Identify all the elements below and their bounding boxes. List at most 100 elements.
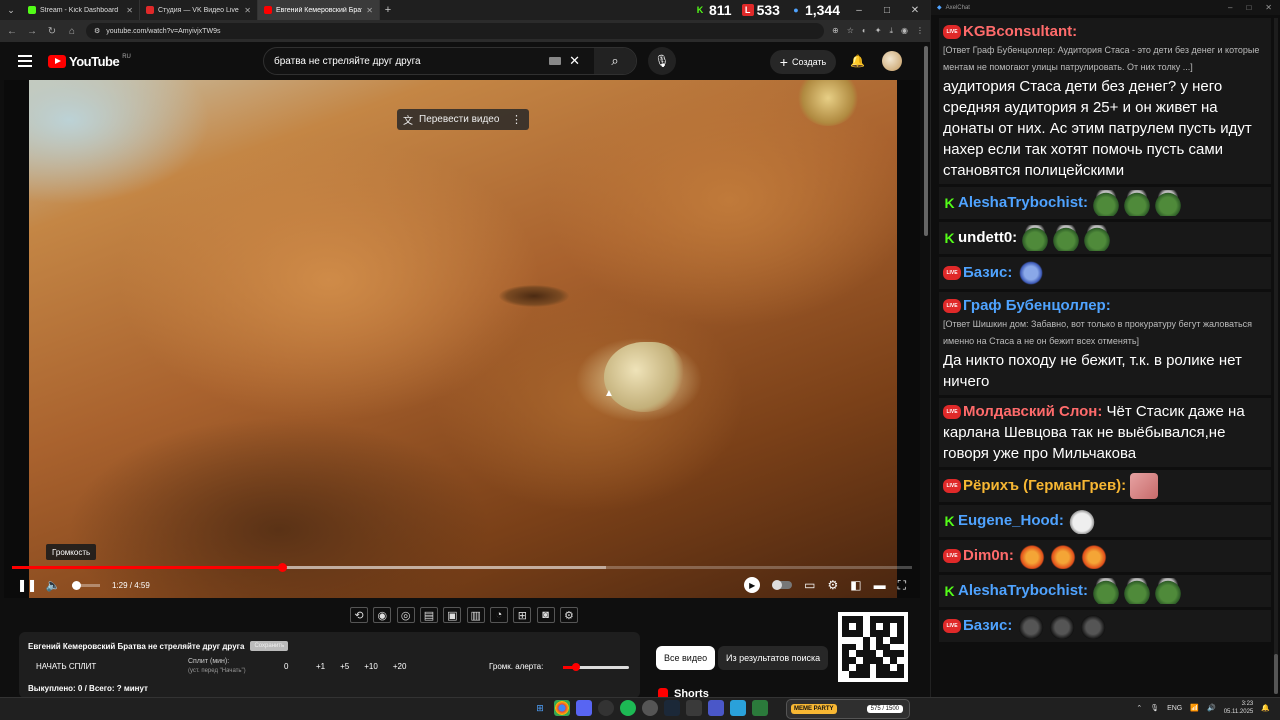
- chat-username[interactable]: Eugene_Hood:: [958, 512, 1064, 529]
- clock[interactable]: 3:23 05.11.2025: [1224, 700, 1254, 716]
- windows-start-icon[interactable]: ⊞: [532, 700, 548, 716]
- url-field[interactable]: ⚙ youtube.com/watch?v=AmyivjxTW9s: [86, 23, 825, 39]
- scrubber-handle[interactable]: [278, 563, 287, 572]
- alert-volume-slider[interactable]: [563, 663, 629, 671]
- zoom-icon[interactable]: ⊕: [832, 26, 839, 36]
- chat-maximize-icon[interactable]: □: [1246, 3, 1251, 12]
- tab-search-icon[interactable]: ⌄: [0, 0, 22, 20]
- home-icon[interactable]: ⌂: [66, 26, 78, 37]
- save-badge[interactable]: Сохранить: [250, 641, 289, 651]
- settings-gear-icon[interactable]: ⚙: [827, 578, 838, 592]
- steam-icon[interactable]: [664, 700, 680, 716]
- volume-icon[interactable]: 🔈: [40, 578, 66, 592]
- extension-icon[interactable]: ◐: [862, 26, 867, 36]
- star-icon[interactable]: ☆: [847, 26, 854, 36]
- minimize-icon[interactable]: –: [850, 5, 868, 16]
- menu-icon[interactable]: ⋮: [916, 26, 924, 36]
- miniplayer-icon[interactable]: ◧: [850, 578, 861, 592]
- tab-youtube-video[interactable]: Евгений Кемеровский Брат ✕: [258, 0, 380, 20]
- chat-username[interactable]: Dim0n:: [963, 547, 1014, 564]
- site-info-icon[interactable]: ⚙: [94, 27, 100, 35]
- back-icon[interactable]: ←: [6, 26, 18, 37]
- tab-vk-studio[interactable]: Студия — VK Видео Live ✕: [140, 0, 258, 20]
- chat-username[interactable]: undett0:: [958, 229, 1017, 246]
- notification-bell-icon[interactable]: 🔔: [1261, 704, 1270, 712]
- chat-minimize-icon[interactable]: –: [1228, 3, 1232, 12]
- folder-icon[interactable]: [686, 700, 702, 716]
- clapper-icon[interactable]: ▤: [419, 607, 438, 623]
- screenshot-view-icon[interactable]: ◎: [396, 607, 415, 623]
- chat-username[interactable]: KGBconsultant:: [963, 23, 1077, 40]
- translate-video-button[interactable]: 文 Перевести видео ⋮: [397, 109, 529, 130]
- keyboard-icon[interactable]: [549, 57, 562, 65]
- theater-mode-icon[interactable]: ▬: [874, 578, 886, 592]
- avatar[interactable]: [882, 51, 902, 71]
- profile-icon[interactable]: ◉: [901, 26, 908, 36]
- volume-handle[interactable]: [71, 580, 81, 590]
- chat-username[interactable]: Базис:: [963, 264, 1012, 281]
- add-10-button[interactable]: +10: [364, 662, 378, 671]
- fullscreen-icon[interactable]: ⛶: [898, 578, 906, 593]
- page-scrollbar[interactable]: [922, 42, 930, 695]
- progress-bar[interactable]: [12, 563, 912, 572]
- meme-party-widget[interactable]: MEME PARTY 575 / 1500: [786, 699, 910, 719]
- chat-scrollbar[interactable]: [1274, 18, 1278, 694]
- download-icon[interactable]: ⤓: [889, 26, 893, 36]
- sound-icon[interactable]: 🔊: [1207, 704, 1216, 712]
- more-options-icon[interactable]: ⋮: [511, 113, 522, 126]
- broadcast-icon[interactable]: ◉: [373, 607, 392, 623]
- maximize-icon[interactable]: □: [878, 5, 896, 16]
- add-icon[interactable]: ⊞: [513, 607, 532, 623]
- add-5-button[interactable]: +5: [340, 662, 349, 671]
- video-player[interactable]: 文 Перевести видео ⋮ ▲ Громкость ❚❚ 🔈 1:2…: [4, 80, 920, 598]
- new-tab-button[interactable]: +: [380, 4, 396, 16]
- picture-icon[interactable]: ▣: [443, 607, 462, 623]
- language-indicator[interactable]: ENG: [1167, 705, 1182, 712]
- app-icon[interactable]: [752, 700, 768, 716]
- search-button[interactable]: ⌕: [594, 48, 636, 74]
- tray-chevron-icon[interactable]: ⌃: [1136, 704, 1142, 712]
- forward-icon[interactable]: →: [26, 26, 38, 37]
- filter-all-videos[interactable]: Все видео: [656, 646, 716, 670]
- chat-username[interactable]: Рёрихъ (ГерманГрев):: [963, 477, 1126, 494]
- chrome-icon[interactable]: [554, 700, 570, 716]
- add-1-button[interactable]: +1: [316, 662, 325, 671]
- chat-close-icon[interactable]: ✕: [1265, 3, 1272, 12]
- search-input[interactable]: братва не стреляйте друг друга: [264, 56, 549, 67]
- puzzle-icon[interactable]: ✦: [875, 26, 882, 36]
- volume-slider[interactable]: [71, 580, 100, 590]
- autoplay-play-icon[interactable]: ▶: [744, 577, 761, 593]
- browser-icon[interactable]: [642, 700, 658, 716]
- player-icon[interactable]: [708, 700, 724, 716]
- voice-search-button[interactable]: 🎙: [648, 47, 676, 75]
- menu-hamburger-icon[interactable]: [18, 55, 32, 67]
- tab-kick-dashboard[interactable]: Stream - Kick Dashboard ✕: [22, 0, 140, 20]
- chat-username[interactable]: Молдавский Слон:: [963, 403, 1102, 420]
- telegram-icon[interactable]: [730, 700, 746, 716]
- clear-search-icon[interactable]: ✕: [569, 53, 580, 69]
- network-icon[interactable]: 📶: [1190, 704, 1199, 712]
- start-split-button[interactable]: НАЧАТЬ СПЛИТ: [36, 662, 96, 671]
- film-icon[interactable]: ▥: [466, 607, 485, 623]
- autoplay-toggle[interactable]: [772, 580, 793, 590]
- create-button[interactable]: + Создать: [770, 50, 836, 74]
- close-tab-icon[interactable]: ✕: [126, 6, 133, 15]
- close-tab-icon[interactable]: ✕: [366, 6, 373, 15]
- chat-username[interactable]: AleshaTrybochist:: [958, 582, 1088, 599]
- search-box[interactable]: братва не стреляйте друг друга ✕ ⌕: [263, 47, 637, 75]
- pause-icon[interactable]: ❚❚: [14, 578, 40, 592]
- discord-icon[interactable]: [576, 700, 592, 716]
- filter-from-search[interactable]: Из результатов поиска: [718, 646, 829, 670]
- chat-username[interactable]: Граф Бубенцоллер:: [963, 297, 1111, 314]
- extension-settings-gear-icon[interactable]: ⚙: [559, 607, 578, 623]
- alert-volume-handle[interactable]: [572, 663, 581, 671]
- loop-icon[interactable]: ⟲: [350, 607, 368, 623]
- notifications-bell-icon[interactable]: 🔔: [850, 54, 865, 68]
- obs-icon[interactable]: [598, 700, 614, 716]
- spotify-icon[interactable]: [620, 700, 636, 716]
- speed-icon[interactable]: ◔: [489, 607, 508, 623]
- close-tab-icon[interactable]: ✕: [244, 6, 251, 15]
- chat-username[interactable]: AleshaTrybochist:: [958, 194, 1088, 211]
- camera-icon[interactable]: ◙: [536, 607, 555, 623]
- scrollbar-thumb[interactable]: [924, 46, 928, 236]
